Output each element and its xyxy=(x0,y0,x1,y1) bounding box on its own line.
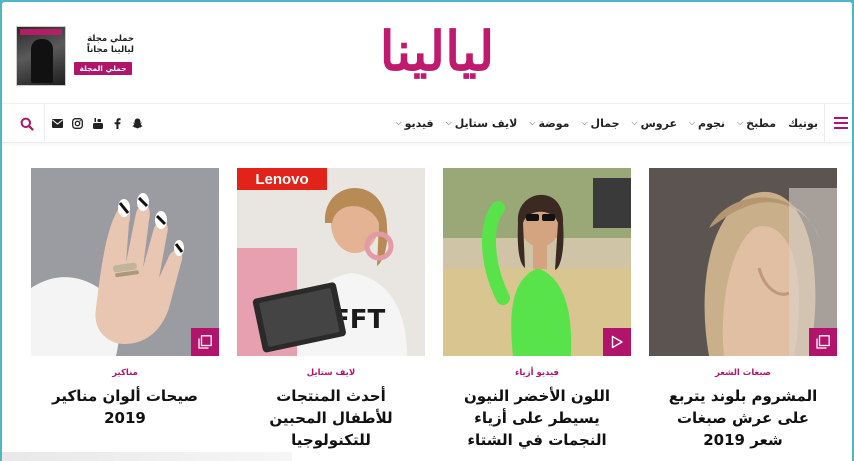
nav-menu: فيديو ⌵ لايف ستايل ⌵ موضة ⌵ جمال ⌵ عروس ⌵ نجو… xyxy=(395,104,818,142)
lenovo-logo: Lenovo xyxy=(255,171,308,188)
main-navbar: فيديو ⌵ لايف ستايل ⌵ موضة ⌵ جمال ⌵ عروس ⌵ نجو… xyxy=(2,103,852,143)
article-image[interactable] xyxy=(649,168,837,356)
snapchat-icon[interactable] xyxy=(132,118,143,129)
chevron-down-icon: ⌵ xyxy=(581,118,588,127)
article-title[interactable]: اللون الأخضر النيون يسيطر على أزياء النج… xyxy=(443,385,631,451)
chevron-down-icon: ⌵ xyxy=(445,118,452,127)
article-card[interactable]: صبغات الشعر المشروم بلوند يتربع على عرش … xyxy=(649,168,837,451)
nav-item-bride[interactable]: عروس ⌵ xyxy=(632,117,677,130)
article-title[interactable]: المشروم بلوند يتربع على عرش صبغات شعر 20… xyxy=(649,385,837,451)
gallery-icon xyxy=(809,328,837,356)
cover-figure xyxy=(31,39,53,83)
chevron-down-icon: ⌵ xyxy=(529,118,536,127)
article-title[interactable]: أحدث المنتجات للأطفال المحبين للتكنولوجي… xyxy=(237,385,425,451)
nav-item-stars[interactable]: نجوم ⌵ xyxy=(689,117,725,130)
nav-item-label: عروس xyxy=(640,116,677,130)
article-category[interactable]: صبغات الشعر xyxy=(649,368,837,378)
site-logo[interactable]: ليالينا xyxy=(342,10,532,92)
nav-item-label: نجوم xyxy=(698,116,726,130)
social-links xyxy=(52,104,143,142)
article-category[interactable]: لايف ستايل xyxy=(237,368,425,378)
article-image[interactable] xyxy=(443,168,631,356)
nav-item-label: موضة xyxy=(538,116,570,130)
nav-item-label: فيديو xyxy=(404,116,434,130)
nav-item-video[interactable]: فيديو ⌵ xyxy=(395,117,433,130)
nav-item-label: جمال xyxy=(590,116,620,130)
article-image[interactable] xyxy=(31,168,219,356)
chevron-down-icon: ⌵ xyxy=(395,118,402,127)
nav-item-lifestyle[interactable]: لايف ستايل ⌵ xyxy=(446,117,518,130)
gallery-icon xyxy=(191,328,219,356)
youtube-icon[interactable] xyxy=(92,117,103,129)
chevron-down-icon: ⌵ xyxy=(688,118,696,127)
article-card[interactable]: FFT Lenovo لايف ستايل أحدث المنتجات للأط… xyxy=(237,168,425,451)
promo-line-2: ليالينا مجاناً xyxy=(86,45,134,55)
email-icon[interactable] xyxy=(52,118,63,129)
nav-item-beauty[interactable]: جمال ⌵ xyxy=(581,117,619,130)
download-magazine-button[interactable]: حملي المجلة مجاناً xyxy=(74,62,132,86)
article-card[interactable]: مناكير صيحات ألوان مناكير 2019 xyxy=(31,168,219,429)
instagram-icon[interactable] xyxy=(72,117,83,129)
nav-item-label: مطبخ xyxy=(746,116,777,130)
nav-item-kitchen[interactable]: مطبخ ⌵ xyxy=(737,117,776,130)
nav-divider xyxy=(824,104,825,142)
article-card[interactable]: فيديو أزياء اللون الأخضر النيون يسيطر عل… xyxy=(443,168,631,451)
promo-text: حملي مجلة ليالينا مجاناً xyxy=(74,34,134,56)
nav-item-boutique[interactable]: بوتيك xyxy=(788,117,818,130)
promo-line-1: حملي مجلة xyxy=(87,34,134,44)
site-header: حملي مجلة ليالينا مجاناً حملي المجلة مجا… xyxy=(2,2,852,102)
nav-item-fashion[interactable]: موضة ⌵ xyxy=(529,117,569,130)
hamburger-icon[interactable] xyxy=(834,117,848,129)
article-category[interactable]: مناكير xyxy=(31,368,219,378)
nav-divider xyxy=(44,104,45,142)
play-icon[interactable] xyxy=(603,328,631,356)
magazine-cover-image[interactable] xyxy=(16,26,66,86)
article-image[interactable]: FFT Lenovo xyxy=(237,168,425,356)
page-frame: حملي مجلة ليالينا مجاناً حملي المجلة مجا… xyxy=(2,2,852,461)
cover-masthead xyxy=(20,29,62,35)
chevron-down-icon: ⌵ xyxy=(631,118,638,127)
bottom-overlay-bar xyxy=(2,452,292,461)
article-category[interactable]: فيديو أزياء xyxy=(443,368,631,378)
article-grid: صبغات الشعر المشروم بلوند يتربع على عرش … xyxy=(2,168,852,461)
search-icon[interactable] xyxy=(20,116,34,131)
article-title[interactable]: صيحات ألوان مناكير 2019 xyxy=(31,385,219,429)
chevron-down-icon: ⌵ xyxy=(737,118,744,127)
nav-item-label: بوتيك xyxy=(788,116,818,130)
nav-item-label: لايف ستايل xyxy=(454,116,518,130)
facebook-icon[interactable] xyxy=(112,117,123,129)
